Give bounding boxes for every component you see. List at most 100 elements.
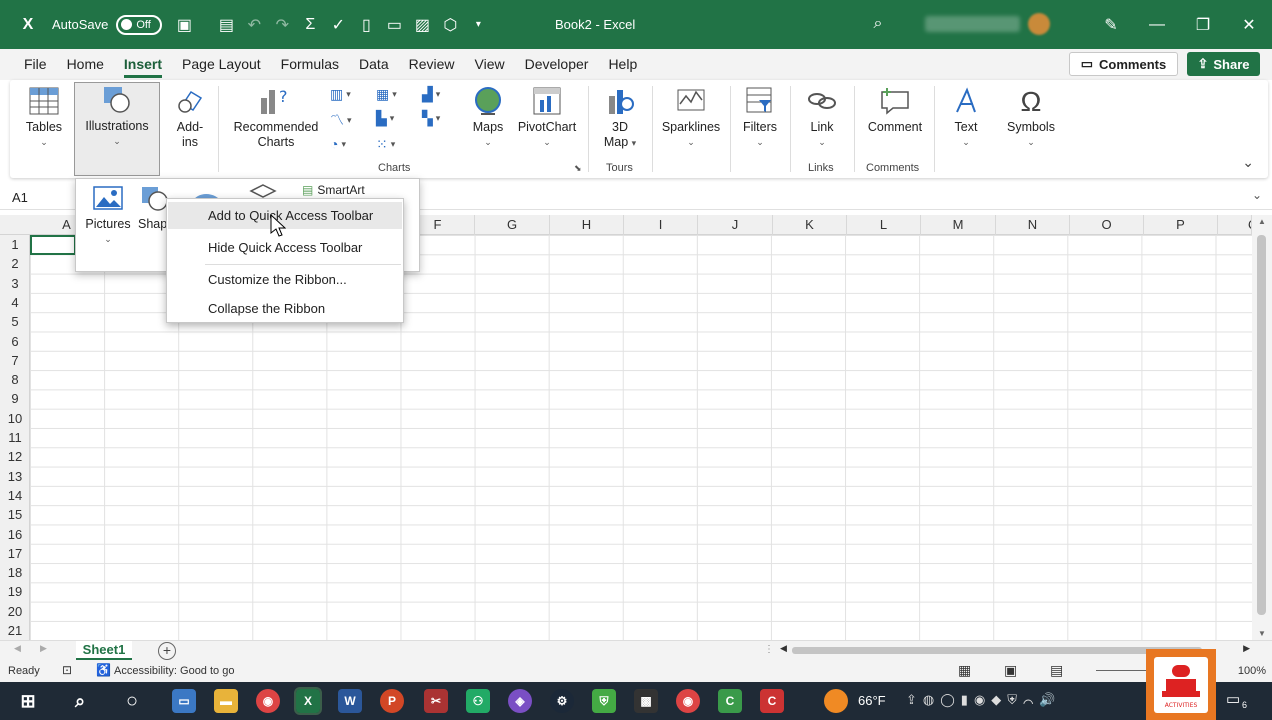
taskbar-search-icon[interactable]: ⌕ bbox=[68, 689, 92, 713]
column-header[interactable]: K bbox=[773, 215, 847, 235]
notifications-icon[interactable]: ▭ bbox=[1226, 690, 1240, 708]
steam-icon[interactable]: ⚙ bbox=[550, 689, 574, 713]
column-header[interactable]: P bbox=[1144, 215, 1218, 235]
maps-button[interactable]: Maps ⌄ bbox=[468, 84, 508, 150]
row-header[interactable]: 2 bbox=[0, 254, 30, 273]
row-header[interactable]: 3 bbox=[0, 274, 30, 293]
sheet-tab[interactable]: Sheet1 bbox=[76, 641, 132, 660]
waterfall-chart-button[interactable]: ▟ ▾ bbox=[422, 86, 440, 103]
symbols-button[interactable]: Ω Symbols ⌄ bbox=[1004, 84, 1058, 150]
camtasia-icon[interactable]: C bbox=[718, 689, 742, 713]
hierarchy-chart-button[interactable]: ▦ ▾ bbox=[376, 86, 397, 103]
active-cell[interactable] bbox=[30, 235, 76, 255]
scroll-left-icon[interactable]: ◀ bbox=[780, 643, 787, 654]
spelling-icon[interactable]: ✓ bbox=[324, 11, 352, 39]
vertical-scrollbar[interactable]: ▲ ▼ bbox=[1252, 215, 1272, 640]
tab-file[interactable]: File bbox=[14, 49, 57, 80]
column-header[interactable]: I bbox=[624, 215, 698, 235]
app-icon-2[interactable]: ⚇ bbox=[466, 689, 490, 713]
pie-chart-button[interactable]: ◔ ▾ bbox=[330, 136, 346, 152]
column-header[interactable]: J bbox=[698, 215, 773, 235]
tab-insert[interactable]: Insert bbox=[114, 49, 172, 80]
column-header[interactable]: O bbox=[1070, 215, 1144, 235]
accessibility-status[interactable]: Accessibility: Good to go bbox=[114, 665, 234, 677]
save-icon[interactable]: ▣ bbox=[170, 11, 198, 39]
row-header[interactable]: 21 bbox=[0, 621, 30, 640]
autosum-icon[interactable]: Σ bbox=[296, 11, 324, 39]
save-as-icon[interactable]: ▤ bbox=[212, 11, 240, 39]
comment-button[interactable]: Comment bbox=[862, 84, 928, 135]
row-header[interactable]: 20 bbox=[0, 602, 30, 621]
row-header[interactable]: 19 bbox=[0, 582, 30, 601]
undo-icon[interactable]: ↶ bbox=[240, 11, 268, 39]
row-header[interactable]: 5 bbox=[0, 312, 30, 331]
page-layout-view-icon[interactable]: ▣ bbox=[1004, 662, 1017, 679]
row-header[interactable]: 4 bbox=[0, 293, 30, 312]
row-header[interactable]: 10 bbox=[0, 409, 30, 428]
tab-developer[interactable]: Developer bbox=[515, 49, 599, 80]
filters-button[interactable]: Filters ⌄ bbox=[738, 84, 782, 150]
tab-formulas[interactable]: Formulas bbox=[271, 49, 349, 80]
normal-view-icon[interactable]: ▦ bbox=[958, 662, 971, 679]
cube-icon[interactable]: ⬡ bbox=[436, 11, 464, 39]
app-icon-4[interactable]: ⛨ bbox=[592, 689, 616, 713]
scroll-down-icon[interactable]: ▼ bbox=[1258, 629, 1266, 638]
tables-button[interactable]: Tables ⌄ bbox=[22, 84, 66, 150]
row-header[interactable]: 6 bbox=[0, 332, 30, 351]
row-header[interactable]: 18 bbox=[0, 563, 30, 582]
windows-start-icon[interactable]: ⊞ bbox=[16, 689, 40, 713]
row-header[interactable]: 11 bbox=[0, 428, 30, 447]
autosave-toggle[interactable]: Off bbox=[116, 14, 163, 35]
tab-page-layout[interactable]: Page Layout bbox=[172, 49, 271, 80]
page-break-view-icon[interactable]: ▤ bbox=[1050, 662, 1063, 679]
horizontal-scroll-thumb[interactable] bbox=[792, 647, 1202, 654]
row-header[interactable]: 14 bbox=[0, 486, 30, 505]
tab-split-icon[interactable]: ⋮ bbox=[764, 644, 774, 655]
tab-review[interactable]: Review bbox=[399, 49, 465, 80]
minimize-icon[interactable]: — bbox=[1134, 0, 1180, 49]
recommended-charts-button[interactable]: ? Recommended Charts bbox=[228, 84, 324, 150]
row-header[interactable]: 17 bbox=[0, 544, 30, 563]
task-view-icon[interactable]: ▭ bbox=[172, 689, 196, 713]
zoom-level[interactable]: 100% bbox=[1238, 665, 1266, 677]
formula-bar-expand-icon[interactable]: ⌄ bbox=[1252, 188, 1262, 202]
column-header[interactable]: L bbox=[847, 215, 921, 235]
app-icon-5[interactable]: ▩ bbox=[634, 689, 658, 713]
open-folder-icon[interactable]: ▭ bbox=[380, 11, 408, 39]
combo-chart-button[interactable]: ▚ ▾ bbox=[422, 110, 440, 127]
tab-home[interactable]: Home bbox=[57, 49, 114, 80]
search-icon[interactable]: ⌕ bbox=[864, 10, 892, 38]
new-file-icon[interactable]: ▯ bbox=[352, 11, 380, 39]
powerpoint-taskbar-icon[interactable]: P bbox=[380, 689, 404, 713]
smartart-button[interactable]: ▤ SmartArt bbox=[302, 183, 365, 197]
excel-taskbar-icon[interactable]: X bbox=[294, 687, 322, 715]
row-header[interactable]: 15 bbox=[0, 505, 30, 524]
add-sheet-icon[interactable]: + bbox=[158, 642, 176, 660]
column-header[interactable]: G bbox=[475, 215, 550, 235]
picture-icon[interactable]: ▨ bbox=[408, 11, 436, 39]
redo-icon[interactable]: ↷ bbox=[268, 11, 296, 39]
column-header[interactable]: Q bbox=[1218, 215, 1252, 235]
row-header[interactable]: 7 bbox=[0, 351, 30, 370]
file-explorer-icon[interactable]: ▬ bbox=[214, 689, 238, 713]
close-icon[interactable]: ✕ bbox=[1226, 0, 1272, 49]
charts-dialog-launcher-icon[interactable]: ⬊ bbox=[574, 163, 582, 174]
column-header[interactable]: N bbox=[996, 215, 1070, 235]
scroll-up-icon[interactable]: ▲ bbox=[1258, 217, 1266, 226]
comments-button[interactable]: ▭ Comments bbox=[1069, 52, 1178, 76]
pivotchart-button[interactable]: PivotChart ⌄ bbox=[514, 84, 580, 150]
row-header[interactable]: 9 bbox=[0, 389, 30, 408]
tab-view[interactable]: View bbox=[465, 49, 515, 80]
text-button[interactable]: Text ⌄ bbox=[944, 84, 988, 150]
row-header[interactable]: 8 bbox=[0, 370, 30, 389]
chrome-2-icon[interactable]: ◉ bbox=[676, 689, 700, 713]
name-box[interactable]: A1 bbox=[12, 190, 28, 205]
accessibility-icon[interactable]: ♿ bbox=[96, 663, 111, 677]
addins-button[interactable]: Add-ins bbox=[170, 84, 210, 150]
avatar[interactable] bbox=[1028, 13, 1050, 35]
vertical-scroll-thumb[interactable] bbox=[1257, 235, 1266, 615]
macro-record-icon[interactable]: ⊡ bbox=[62, 663, 72, 677]
tab-help[interactable]: Help bbox=[598, 49, 647, 80]
column-chart-button[interactable]: ▥ ▾ bbox=[330, 86, 351, 103]
row-header[interactable]: 12 bbox=[0, 447, 30, 466]
